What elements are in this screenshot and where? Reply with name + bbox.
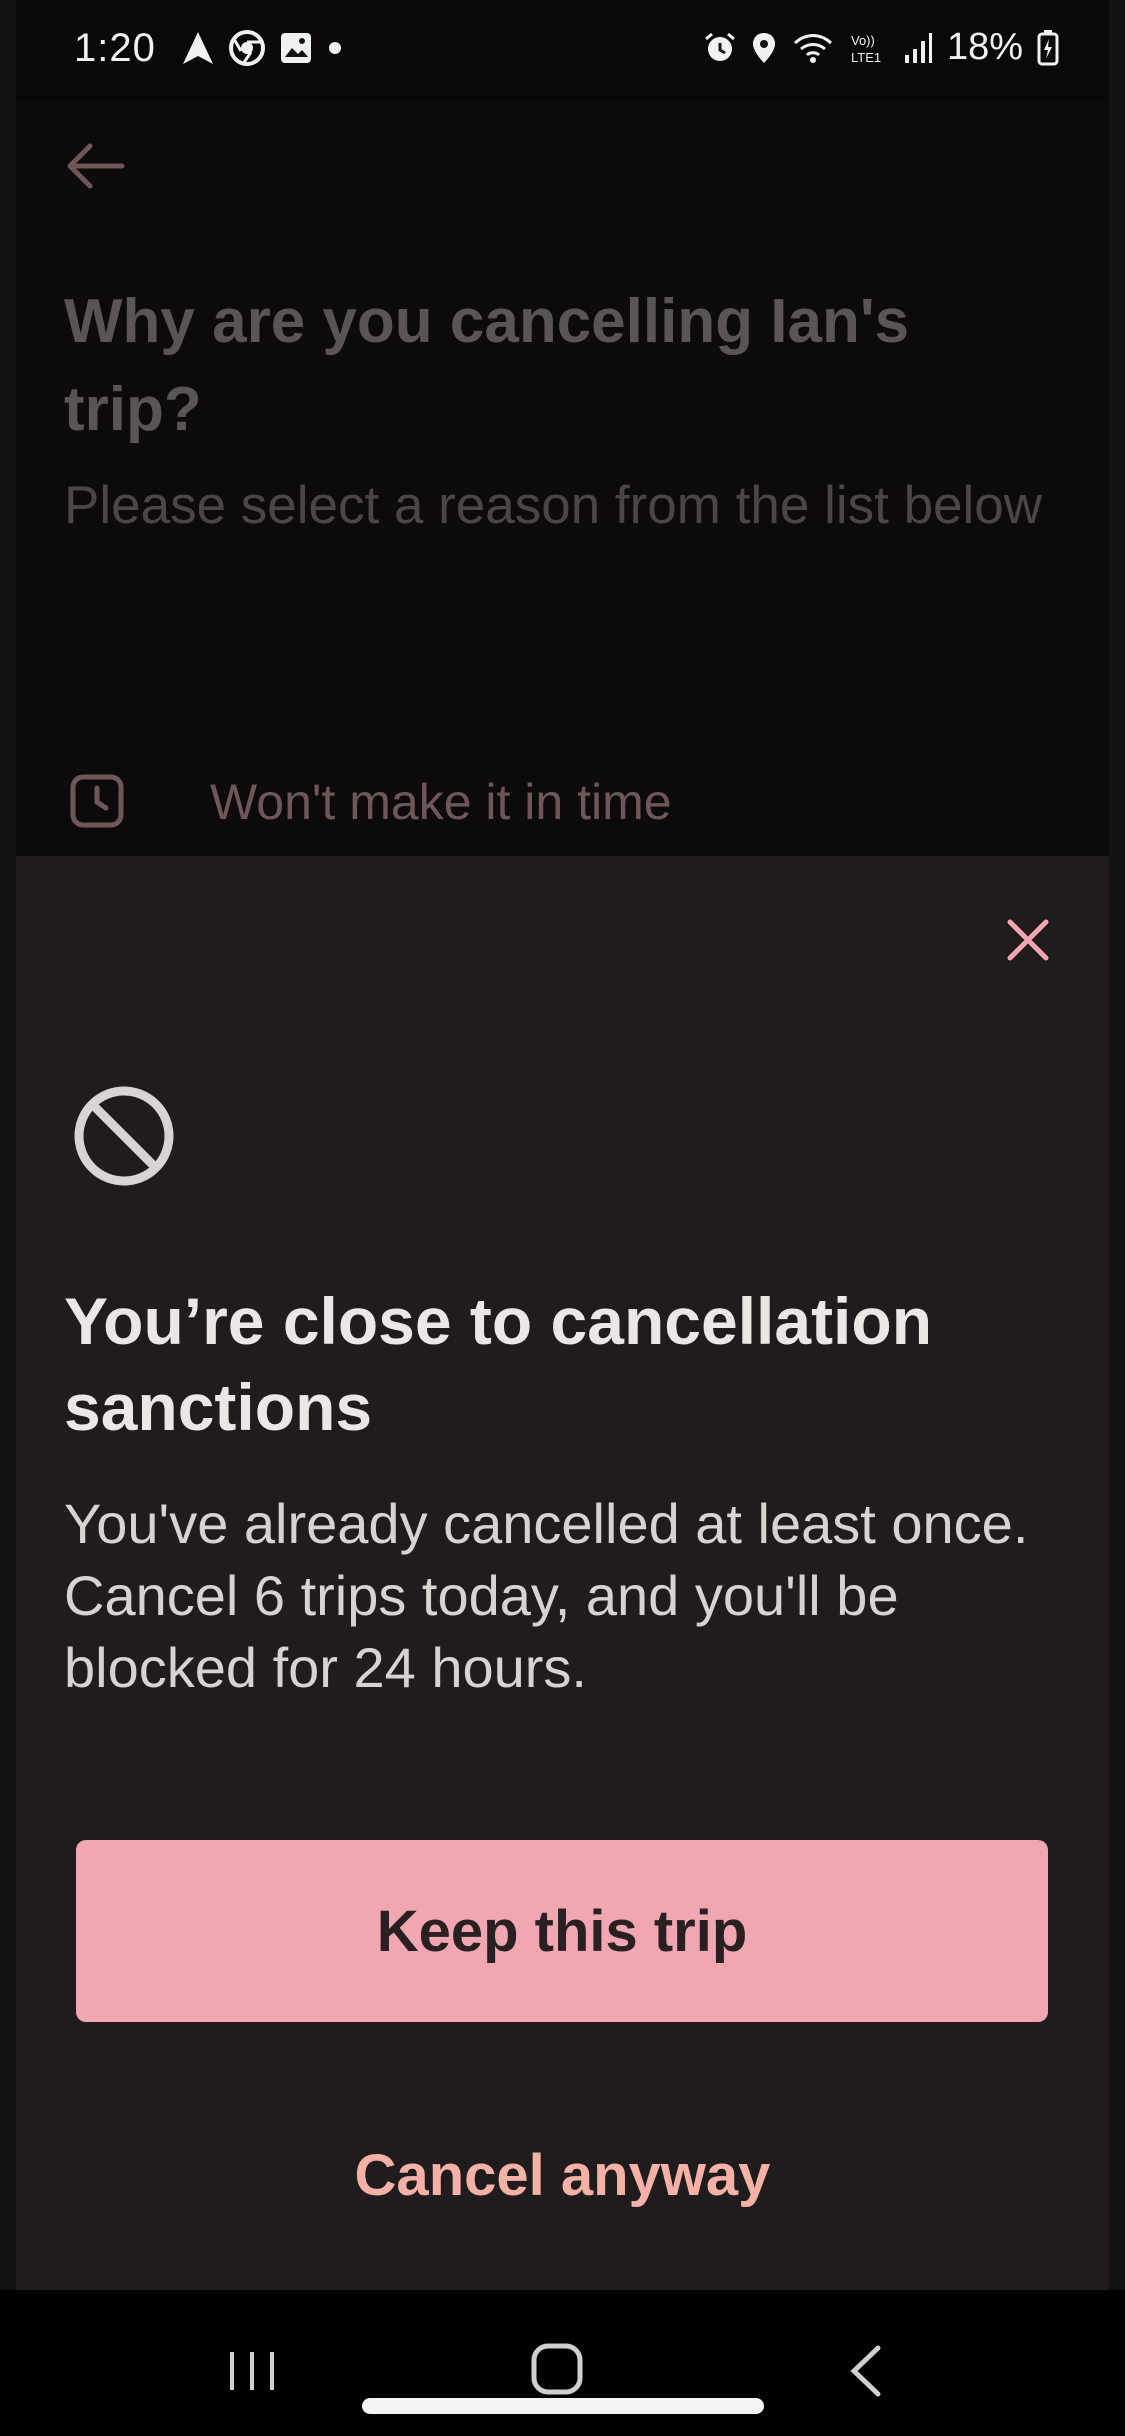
wifi-icon: [793, 33, 832, 63]
reason-item[interactable]: Won't make it in time: [64, 770, 1024, 834]
svg-text:LTE1: LTE1: [851, 50, 881, 65]
page-subtitle: Please select a reason from the list bel…: [64, 476, 1043, 535]
status-bar: 1:20 Vo)) LTE1 18%: [16, 0, 1109, 100]
left-border: [0, 0, 16, 2290]
sheet-title: You’re close to cancellation sanctions: [64, 1284, 933, 1444]
close-icon[interactable]: [1006, 918, 1050, 962]
keep-trip-button[interactable]: Keep this trip: [76, 1840, 1048, 2022]
home-icon[interactable]: [530, 2342, 584, 2396]
sheet-body: You've already cancelled at least once. …: [64, 1492, 1029, 1699]
screen: 1:20 Vo)) LTE1 18% Why are you cancelling…: [0, 0, 1125, 2436]
battery-percent: 18%: [946, 26, 1023, 68]
home-indicator[interactable]: [362, 2398, 764, 2414]
back-arrow-icon[interactable]: [60, 140, 130, 192]
right-border: [1109, 0, 1125, 2290]
location-icon: [752, 32, 775, 63]
signal-icon: [904, 32, 932, 63]
status-left-icons: [181, 30, 343, 66]
nav-back-icon[interactable]: [848, 2344, 882, 2398]
svg-text:Vo)): Vo)): [851, 33, 875, 48]
gallery-icon: [281, 33, 311, 63]
cancel-anyway-button[interactable]: Cancel anyway: [300, 2130, 825, 2220]
battery-charging-icon: [1037, 29, 1059, 65]
status-right-icons: Vo)) LTE1 18%: [703, 26, 1059, 69]
page-title: Why are you cancelling Ian's trip?: [64, 287, 910, 444]
alarm-icon: [704, 32, 735, 61]
recent-apps-icon[interactable]: [226, 2348, 278, 2394]
chrome-icon: [229, 30, 265, 66]
status-time: 1:20: [74, 26, 156, 70]
volte-icon: Vo)) LTE1: [851, 33, 881, 65]
navigation-icon: [183, 32, 213, 64]
reason-label: Won't make it in time: [210, 774, 672, 830]
ban-icon: [74, 1086, 174, 1186]
dot-icon: [329, 42, 341, 54]
clock-icon: [70, 774, 124, 828]
